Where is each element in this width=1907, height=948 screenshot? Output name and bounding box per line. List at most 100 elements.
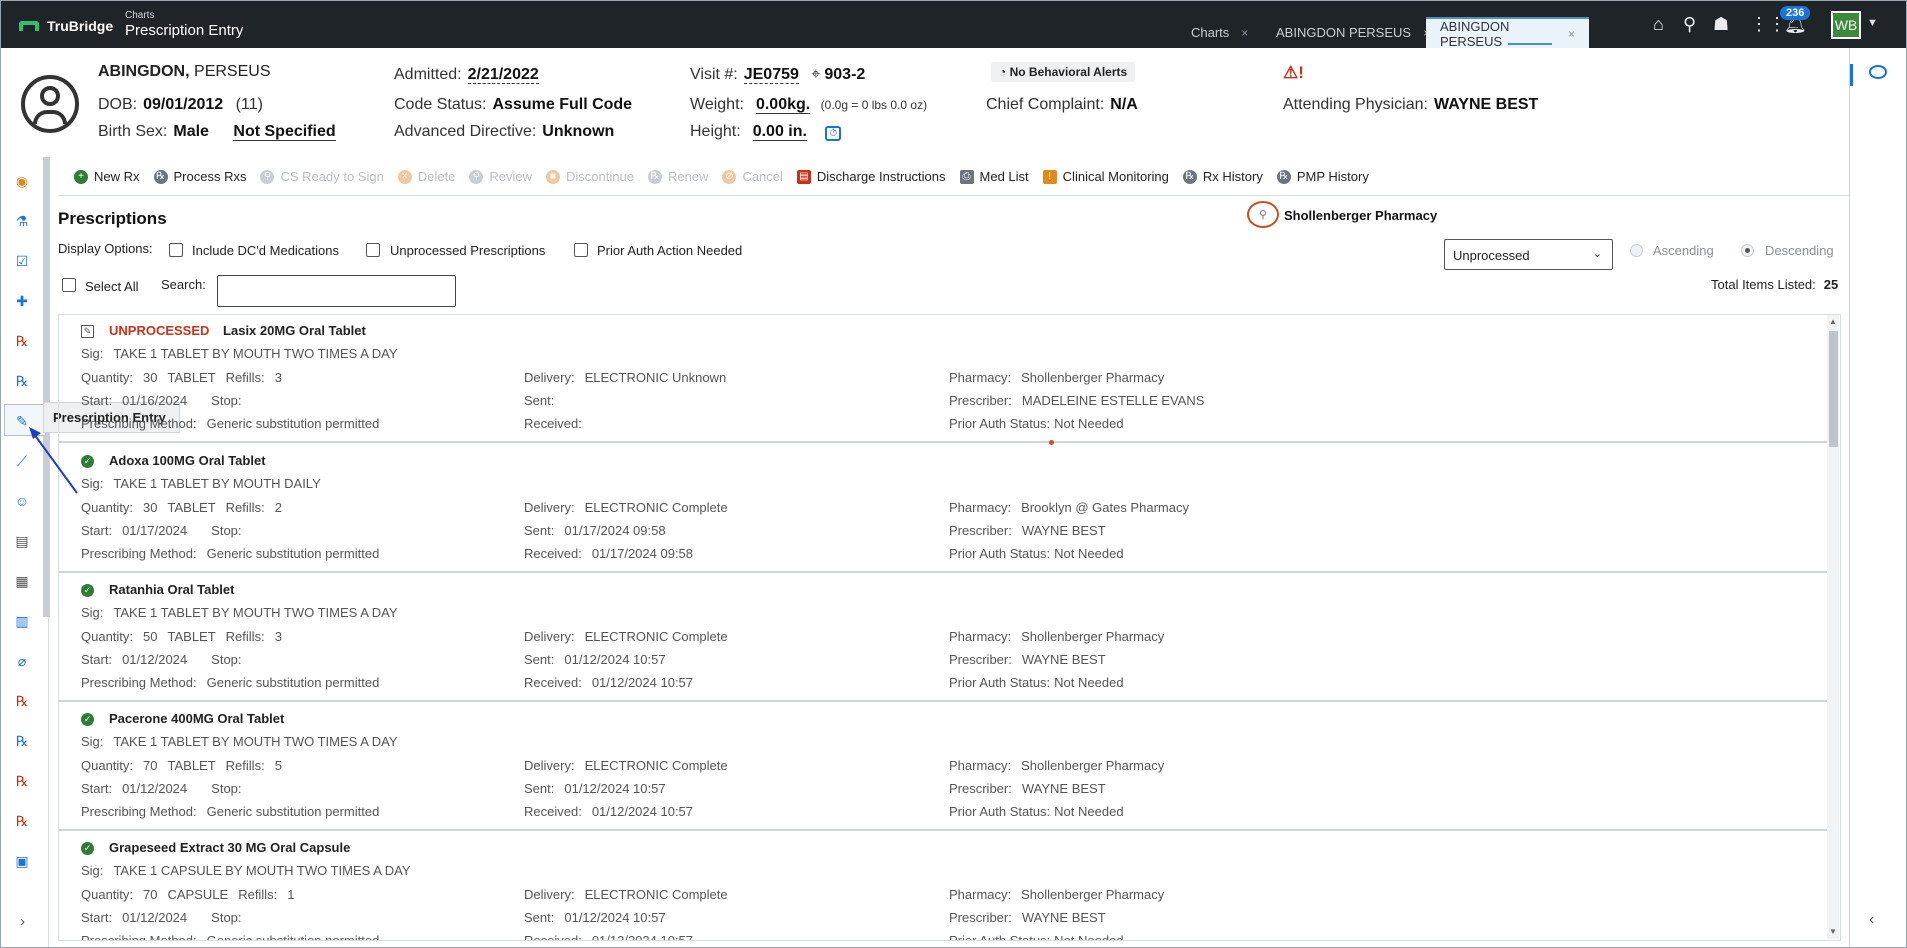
discontinue-button[interactable]: ■ Discontinue — [546, 169, 634, 184]
received-row: Received: 01/12/2024 10:57 — [524, 804, 694, 819]
dob-field: DOB: 09/01/2012 (11) — [98, 96, 263, 113]
advanced-directive-field: Advanced Directive: Unknown — [394, 123, 615, 140]
user-pill-icon[interactable]: ☗ — [1713, 14, 1729, 35]
alert-warning-icon[interactable]: ⚠! — [1283, 63, 1304, 83]
nav-rx-review-icon[interactable]: ℞ — [13, 812, 31, 830]
prescription-title[interactable]: Ratanhia Oral Tablet — [109, 582, 234, 597]
nav-report-icon[interactable]: ▥ — [13, 612, 31, 630]
prior-auth-checkbox[interactable] — [574, 243, 588, 257]
search-icon: ⚲ — [469, 169, 484, 184]
ascending-label: Ascending — [1653, 243, 1714, 258]
scale-icon[interactable]: ⏱ — [825, 126, 842, 141]
drug-name: Grapeseed Extract 30 MG Oral Capsule — [109, 840, 351, 855]
nav-clock-icon[interactable]: ◉ — [13, 172, 31, 190]
prescription-card[interactable]: ✓ Ratanhia Oral Tablet Sig: TAKE 1 TABLET… — [59, 574, 1827, 702]
nav-rx-icon[interactable]: ℞ — [13, 332, 31, 350]
med-list-button[interactable]: ⎙ Med List — [959, 169, 1029, 184]
unprocessed-label: Unprocessed Prescriptions — [390, 243, 546, 258]
start-row: Start: 01/12/2024 Stop: — [81, 652, 242, 667]
scroll-up-icon[interactable]: ▲ — [1829, 317, 1837, 326]
nav-flask-icon[interactable]: ⚗ — [13, 212, 31, 230]
sort-select[interactable]: Unprocessed ⌄ — [1444, 239, 1613, 270]
prescription-card[interactable]: ✓ Grapeseed Extract 30 MG Oral Capsule S… — [59, 832, 1827, 941]
method-row: Prescribing Method: Generic substitution … — [81, 675, 380, 690]
prescription-card[interactable]: ✎ UNPROCESSED Lasix 20MG Oral Tablet Sig… — [59, 315, 1827, 443]
height-link[interactable]: 0.00 in. — [752, 123, 807, 141]
home-icon[interactable]: ⌂ — [1653, 14, 1664, 35]
nav-rx-person-icon[interactable]: ℞ — [13, 692, 31, 710]
left-nav-scrollbar[interactable] — [43, 157, 50, 617]
nav-document-icon[interactable]: ▤ — [13, 532, 31, 550]
pharmacy-search-icon[interactable]: ⚲ — [1247, 201, 1279, 228]
prescription-title[interactable]: UNPROCESSED Lasix 20MG Oral Tablet — [109, 323, 366, 338]
chevron-left-icon[interactable]: ‹ — [1869, 911, 1874, 929]
chevron-right-icon[interactable]: › — [20, 913, 25, 930]
tab-patient-active[interactable]: ABINGDON PERSEUS × — [1426, 17, 1589, 49]
check-circle-icon: ✓ — [81, 455, 94, 468]
method-row: Prescribing Method: Generic substitution … — [81, 933, 380, 941]
descending-radio[interactable] — [1741, 244, 1754, 257]
edit-icon: ✎ — [81, 325, 94, 338]
unprocessed-checkbox[interactable] — [366, 243, 380, 257]
search-input[interactable] — [217, 275, 456, 307]
behavioral-alerts-badge[interactable]: ◔ No Behavioral Alerts — [991, 62, 1136, 82]
scroll-down-icon[interactable]: ▼ — [1829, 927, 1837, 936]
review-button[interactable]: ⚲ Review — [469, 169, 532, 184]
nav-prescription-entry-icon[interactable]: ✎ — [13, 412, 31, 430]
weight-link[interactable]: 0.00kg. — [755, 96, 811, 114]
user-avatar[interactable]: WB — [1831, 11, 1861, 39]
trubridge-logo-icon — [19, 21, 39, 31]
chat-active-indicator — [1850, 64, 1853, 86]
nav-rx-check-icon[interactable]: ℞ — [13, 372, 31, 390]
nav-syringe-icon[interactable]: ⟋ — [13, 452, 31, 470]
tab-label: Charts — [1191, 25, 1230, 40]
tab-charts[interactable]: Charts × — [1191, 17, 1248, 48]
start-row: Start: 01/12/2024 Stop: — [81, 910, 242, 925]
prescription-card[interactable]: ✓ Adoxa 100MG Oral Tablet Sig: TAKE 1 TAB… — [59, 445, 1827, 573]
ascending-radio[interactable] — [1630, 244, 1643, 257]
renew-button[interactable]: ℞ Renew — [647, 169, 708, 184]
prescription-title[interactable]: Grapeseed Extract 30 MG Oral Capsule — [109, 840, 350, 855]
cs-ready-to-sign-button[interactable]: ⚲ CS Ready to Sign — [260, 169, 384, 184]
nav-person-icon[interactable]: ☺ — [13, 492, 31, 510]
include-dc-label: Include DC'd Medications — [192, 243, 339, 258]
visit-link[interactable]: JE0759 — [743, 66, 799, 84]
nav-form-icon[interactable]: ▦ — [13, 572, 31, 590]
prescription-title[interactable]: Pacerone 400MG Oral Tablet — [109, 711, 284, 726]
prescription-title[interactable]: Adoxa 100MG Oral Tablet — [109, 453, 266, 468]
prescriber-row: Prescriber: MADELEINE ESTELLE EVANS — [949, 393, 1205, 408]
sex-not-specified-link[interactable]: Not Specified — [233, 123, 336, 141]
new-rx-button[interactable]: + New Rx — [74, 169, 140, 184]
chevron-down-icon[interactable]: ▼ — [1867, 17, 1878, 29]
tab-patient[interactable]: ABINGDON PERSEUS × — [1276, 17, 1430, 48]
scrollbar-thumb[interactable] — [1829, 331, 1838, 447]
nav-attachment-icon[interactable]: ⌀ — [13, 652, 31, 670]
cancel-button[interactable]: ⊘ Cancel — [722, 169, 783, 184]
close-icon[interactable]: × — [1568, 27, 1575, 41]
close-icon[interactable]: × — [1241, 26, 1248, 40]
nav-rx-globe-icon[interactable]: ℞ — [13, 732, 31, 750]
list-scrollbar[interactable]: ▲ ▼ — [1827, 315, 1839, 939]
select-all-checkbox[interactable] — [62, 278, 76, 292]
start-row: Start: 01/12/2024 Stop: — [81, 781, 242, 796]
height-field: Height: 0.00 in. ⏱ — [690, 123, 842, 141]
nav-plus-icon[interactable]: ✚ — [13, 292, 31, 310]
nav-checklist-icon[interactable]: ☑ — [13, 252, 31, 270]
quantity-row: Quantity: 30 TABLET Refills: 3 — [81, 370, 282, 385]
clinical-monitoring-button[interactable]: ! Clinical Monitoring — [1042, 169, 1169, 184]
search-icon[interactable]: ⚲ — [1683, 14, 1696, 35]
delete-button[interactable]: × Delete — [397, 169, 455, 184]
chat-icon[interactable] — [1869, 65, 1887, 79]
pmp-history-button[interactable]: ℞ PMP History — [1276, 169, 1369, 184]
discharge-instructions-button[interactable]: ▤ Discharge Instructions — [796, 169, 946, 184]
right-panel-border — [1849, 48, 1850, 947]
check-circle-icon: ✓ — [81, 713, 94, 726]
process-rxs-button[interactable]: ℞ Process Rxs — [153, 169, 246, 184]
nav-rx-history-icon[interactable]: ℞ — [13, 772, 31, 790]
rx-history-button[interactable]: ℞ Rx History — [1182, 169, 1263, 184]
include-dc-checkbox[interactable] — [169, 243, 183, 257]
nav-chart-icon[interactable]: ▣ — [13, 852, 31, 870]
start-row: Start: 01/16/2024 Stop: — [81, 393, 242, 408]
prescription-card[interactable]: ✓ Pacerone 400MG Oral Tablet Sig: TAKE 1 … — [59, 703, 1827, 831]
quantity-row: Quantity: 70 TABLET Refills: 5 — [81, 758, 282, 773]
